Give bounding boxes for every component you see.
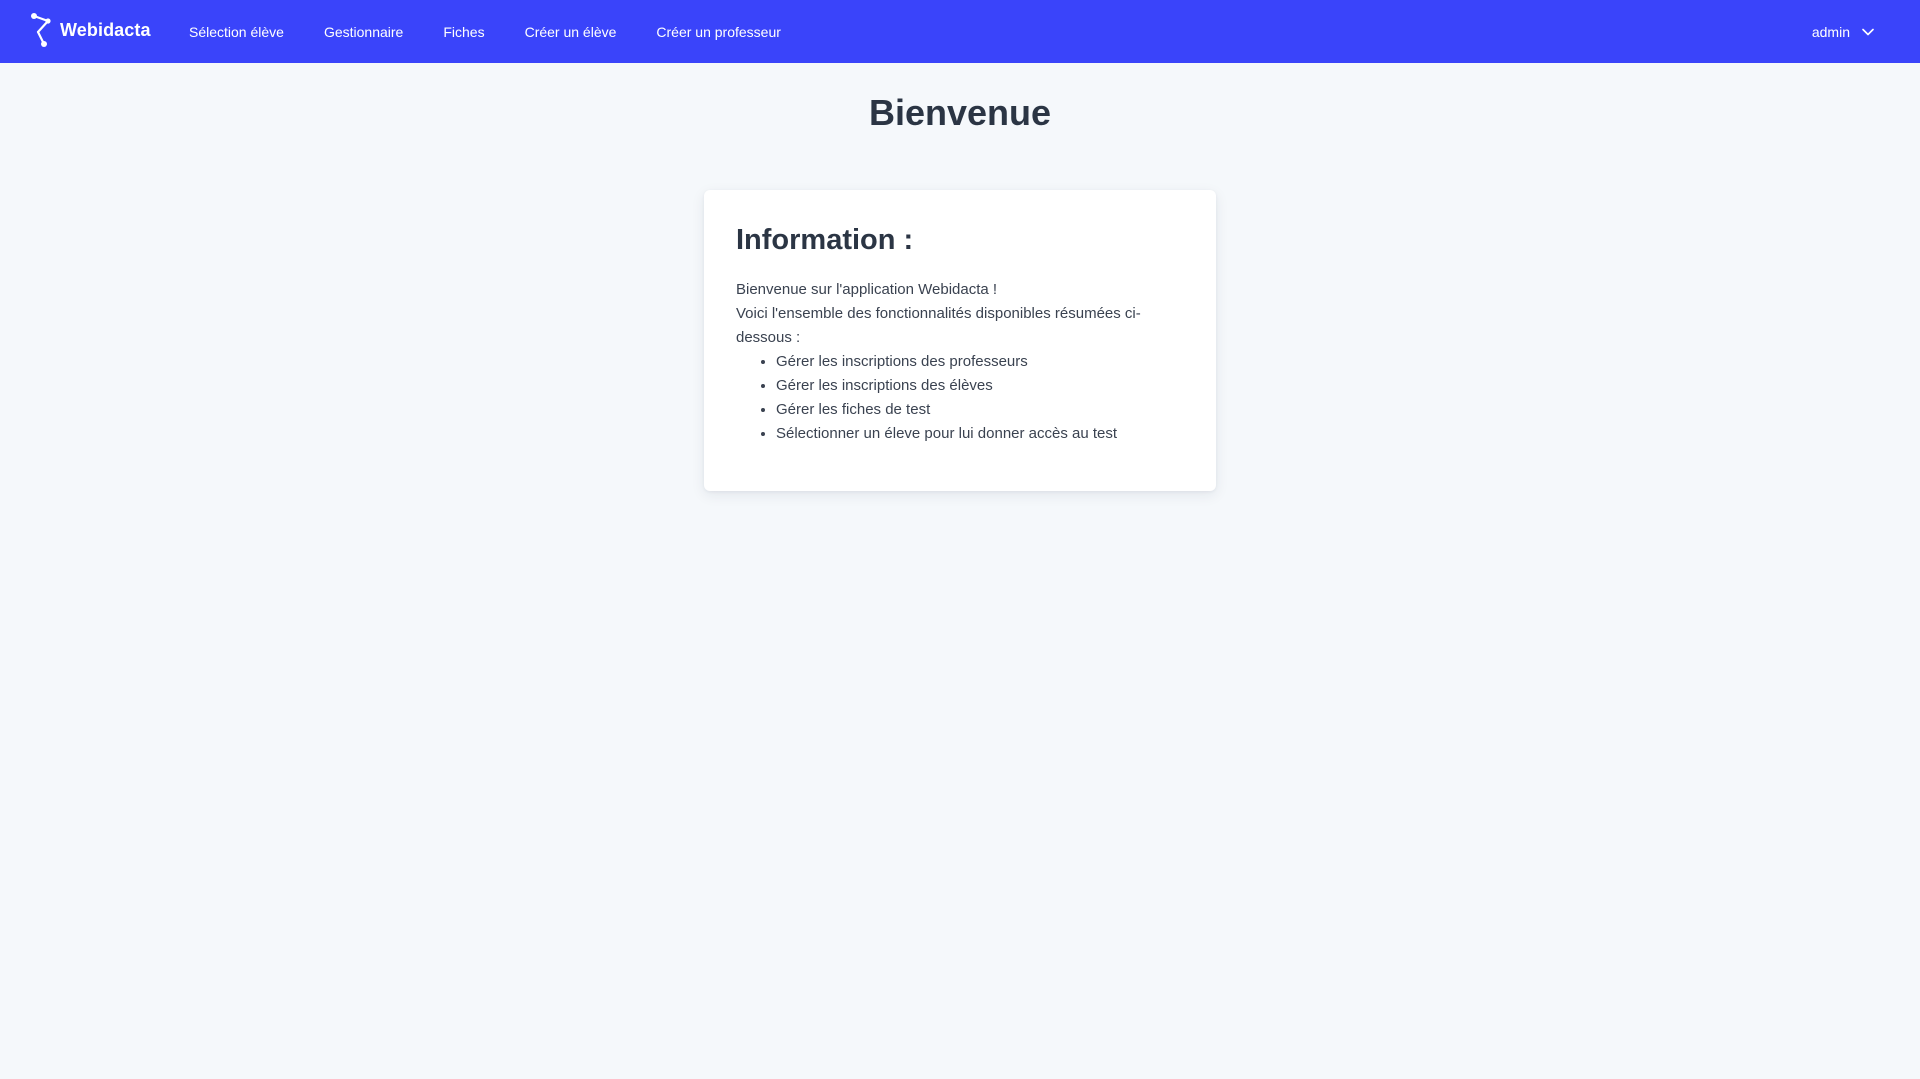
feature-item: Sélectionner un éleve pour lui donner ac…	[776, 422, 1184, 446]
card-body: Bienvenue sur l'application Webidacta ! …	[736, 278, 1184, 446]
intro-text-line-1: Bienvenue sur l'application Webidacta !	[736, 281, 998, 298]
nav-link-fiches[interactable]: Fiches	[443, 24, 484, 40]
webidacta-logo-icon	[30, 12, 52, 48]
user-menu-dropdown[interactable]: admin	[1812, 0, 1874, 63]
intro-text-line-2: Voici l'ensemble des fonctionnalités dis…	[736, 305, 1141, 346]
feature-item: Gérer les inscriptions des professeurs	[776, 350, 1184, 374]
top-navbar: Webidacta Sélection élève Gestionnaire F…	[0, 0, 1920, 63]
main-nav: Sélection élève Gestionnaire Fiches Crée…	[189, 0, 821, 63]
user-name: admin	[1811, 23, 1850, 40]
nav-link-gestionnaire[interactable]: Gestionnaire	[324, 24, 403, 40]
features-list: Gérer les inscriptions des professeurs G…	[736, 350, 1184, 446]
card-title: Information :	[736, 224, 914, 256]
chevron-down-icon	[1850, 28, 1874, 36]
brand-name: Webidacta	[60, 19, 151, 40]
information-card: Information : Bienvenue sur l'applicatio…	[704, 190, 1216, 491]
nav-link-creer-professeur[interactable]: Créer un professeur	[656, 24, 781, 40]
brand-link[interactable]: Webidacta	[30, 12, 151, 48]
feature-item: Gérer les inscriptions des élèves	[776, 374, 1184, 398]
page-title: Bienvenue	[868, 92, 1052, 133]
nav-link-creer-eleve[interactable]: Créer un élève	[525, 24, 617, 40]
feature-item: Gérer les fiches de test	[776, 398, 1184, 422]
nav-link-selection-eleve[interactable]: Sélection élève	[189, 24, 284, 40]
